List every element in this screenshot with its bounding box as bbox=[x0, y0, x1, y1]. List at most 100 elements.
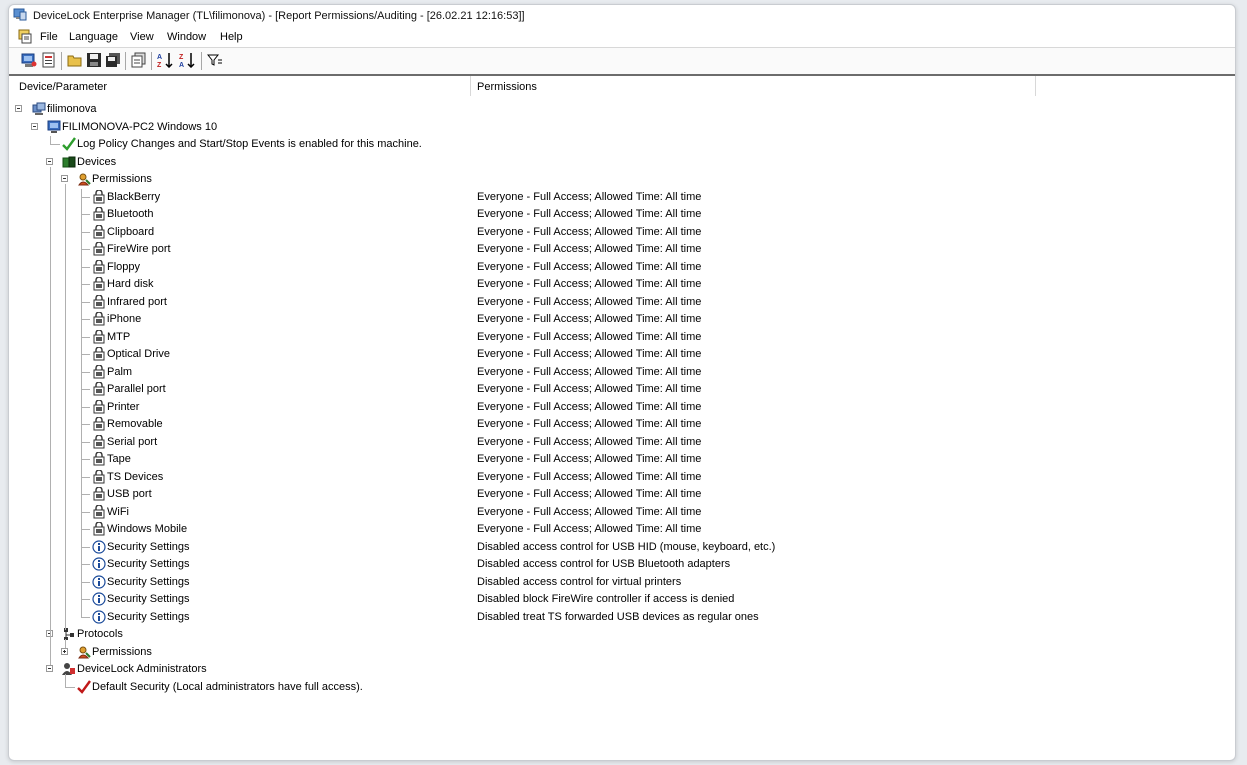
collapse-toggle[interactable] bbox=[46, 157, 53, 165]
collapse-toggle[interactable] bbox=[15, 105, 22, 112]
copy-icon[interactable] bbox=[131, 52, 147, 68]
tree-row-device[interactable]: USB port Everyone - Full Access; Allowed … bbox=[9, 486, 1235, 503]
toolbar: A Z Z A bbox=[9, 47, 1235, 75]
device-lock-icon bbox=[93, 259, 105, 273]
tree-row-device[interactable]: Infrared port Everyone - Full Access; All… bbox=[9, 294, 1235, 311]
tree-row-device[interactable]: WiFi Everyone - Full Access; Allowed Time… bbox=[9, 504, 1235, 521]
toolbar-separator bbox=[125, 52, 126, 70]
tree-row-device[interactable]: Tape Everyone - Full Access; Allowed Time… bbox=[9, 451, 1235, 468]
menu-help[interactable]: Help bbox=[220, 31, 243, 43]
document-window-icon[interactable] bbox=[17, 29, 33, 44]
collapse-toggle[interactable] bbox=[31, 122, 38, 130]
tree-guide-line bbox=[81, 249, 90, 250]
app-icon bbox=[13, 8, 27, 21]
tree-row-devices[interactable]: Devices bbox=[9, 154, 1235, 171]
tree-row-log-policy[interactable]: Log Policy Changes and Start/Stop Events… bbox=[9, 136, 1235, 153]
tree-row-protocols-permissions[interactable]: Permissions bbox=[9, 644, 1235, 661]
tree-row-default-security[interactable]: Default Security (Local administrators h… bbox=[9, 679, 1235, 696]
tree-row-device[interactable]: Floppy Everyone - Full Access; Allowed Ti… bbox=[9, 259, 1235, 276]
expand-toggle[interactable] bbox=[61, 647, 68, 655]
tree-node-label: Protocols bbox=[77, 628, 123, 640]
device-lock-icon bbox=[93, 522, 105, 536]
device-lock-icon bbox=[93, 382, 105, 396]
app-window: DeviceLock Enterprise Manager (TL\filimo… bbox=[8, 4, 1236, 761]
tree-node-label: TS Devices bbox=[107, 470, 164, 483]
tree-row-device[interactable]: Palm Everyone - Full Access; Allowed Time… bbox=[9, 364, 1235, 381]
tree-node-label: Clipboard bbox=[107, 225, 155, 238]
security-settings-icon bbox=[92, 557, 106, 571]
report-tree-list: Device/Parameter Permissions filimonova F… bbox=[9, 74, 1235, 760]
tree-row-security-setting[interactable]: Security Settings Disabled block FireWire… bbox=[9, 591, 1235, 608]
device-lock-icon bbox=[93, 434, 105, 448]
tree-node-label: Optical Drive bbox=[107, 348, 170, 360]
tree-node-label: FireWire port bbox=[107, 243, 171, 255]
filter-icon[interactable] bbox=[207, 52, 223, 68]
device-lock-icon bbox=[93, 329, 105, 343]
tree-row-permissions[interactable]: Permissions bbox=[9, 171, 1235, 188]
open-icon[interactable] bbox=[67, 52, 83, 68]
tree-row-device[interactable]: Windows Mobile Everyone - Full Access; Al… bbox=[9, 521, 1235, 538]
device-lock-icon bbox=[93, 294, 105, 308]
tree-row-device[interactable]: Clipboard Everyone - Full Access; Allowed… bbox=[9, 224, 1235, 241]
tree-row-device[interactable]: TS Devices Everyone - Full Access; Allowe… bbox=[9, 469, 1235, 486]
menu-bar: File Language View Window Help bbox=[9, 27, 1235, 47]
title-bar: DeviceLock Enterprise Manager (TL\filimo… bbox=[9, 5, 1235, 27]
save-icon[interactable] bbox=[86, 52, 102, 68]
menu-window[interactable]: Window bbox=[167, 31, 206, 43]
tree-row-device[interactable]: Removable Everyone - Full Access; Allowed… bbox=[9, 416, 1235, 433]
collapse-toggle[interactable] bbox=[46, 665, 53, 672]
menu-view[interactable]: View bbox=[130, 31, 154, 43]
tree-row-security-setting[interactable]: Security Settings Disabled access control… bbox=[9, 539, 1235, 556]
tree-row-device[interactable]: Hard disk Everyone - Full Access; Allowed… bbox=[9, 276, 1235, 293]
tree-node-label: Parallel port bbox=[107, 383, 166, 395]
tree-row-device[interactable]: Printer Everyone - Full Access; Allowed T… bbox=[9, 399, 1235, 416]
permission-value: Disabled access control for virtual prin… bbox=[477, 575, 682, 588]
save-all-icon[interactable] bbox=[105, 52, 121, 68]
tree-node-label: Security Settings bbox=[107, 575, 190, 588]
tree-row-security-setting[interactable]: Security Settings Disabled access control… bbox=[9, 574, 1235, 591]
tree-guide-line bbox=[81, 371, 90, 373]
tree-node-label: MTP bbox=[107, 330, 131, 343]
collapse-toggle[interactable] bbox=[61, 175, 68, 182]
tree-guide-line bbox=[81, 441, 90, 443]
tree-row-device[interactable]: Optical Drive Everyone - Full Access; All… bbox=[9, 346, 1235, 363]
permission-value: Everyone - Full Access; Allowed Time: Al… bbox=[477, 365, 702, 378]
permission-value: Disabled access control for USB HID (mou… bbox=[477, 540, 776, 553]
permissions-icon bbox=[78, 646, 91, 658]
tree-row-security-setting[interactable]: Security Settings Disabled access control… bbox=[9, 556, 1235, 573]
tree-node-label: FILIMONOVA-PC2 Windows 10 bbox=[62, 120, 218, 133]
menu-language[interactable]: Language bbox=[69, 31, 118, 43]
tree-node-label: Default Security (Local administrators h… bbox=[92, 680, 363, 693]
tree-row-device[interactable]: Parallel port Everyone - Full Access; All… bbox=[9, 381, 1235, 398]
menu-file[interactable]: File bbox=[40, 31, 58, 43]
permission-value: Everyone - Full Access; Allowed Time: Al… bbox=[477, 505, 702, 518]
tree-row-device[interactable]: iPhone Everyone - Full Access; Allowed Ti… bbox=[9, 311, 1235, 328]
computer-icon bbox=[47, 120, 61, 133]
svg-text:Z: Z bbox=[179, 54, 184, 61]
sort-ascending-icon[interactable]: A Z bbox=[157, 52, 173, 68]
tree-row-protocols[interactable]: Protocols bbox=[9, 626, 1235, 643]
device-lock-icon bbox=[93, 469, 105, 483]
scan-network-icon[interactable] bbox=[21, 52, 37, 68]
device-lock-icon bbox=[93, 242, 105, 256]
tree-row-device[interactable]: BlackBerry Everyone - Full Access; Allowe… bbox=[9, 189, 1235, 206]
tree-row-device[interactable]: FireWire port Everyone - Full Access; All… bbox=[9, 241, 1235, 258]
tree-row-device[interactable]: Serial port Everyone - Full Access; Allow… bbox=[9, 434, 1235, 451]
tree-node-label: Printer bbox=[107, 400, 140, 413]
tree-node-label: Security Settings bbox=[107, 593, 190, 605]
report-icon[interactable] bbox=[41, 52, 57, 68]
tree-row-computer[interactable]: FILIMONOVA-PC2 Windows 10 bbox=[9, 119, 1235, 136]
tree-row-device[interactable]: MTP Everyone - Full Access; Allowed Time:… bbox=[9, 329, 1235, 346]
tree-row-device[interactable]: Bluetooth Everyone - Full Access; Allowed… bbox=[9, 206, 1235, 223]
device-lock-icon bbox=[93, 207, 105, 221]
tree-node-label: Palm bbox=[107, 365, 133, 378]
tree-node-label: Infrared port bbox=[107, 295, 167, 308]
tree-guide-line bbox=[81, 529, 90, 530]
tree-guide-line bbox=[81, 406, 90, 408]
tree-row-administrators[interactable]: DeviceLock Administrators bbox=[9, 661, 1235, 678]
tree-row-root[interactable]: filimonova bbox=[9, 101, 1235, 118]
sort-descending-icon[interactable]: Z A bbox=[179, 52, 195, 68]
device-lock-icon bbox=[93, 189, 105, 203]
tree-node-label: Bluetooth bbox=[107, 208, 154, 220]
tree-row-security-setting[interactable]: Security Settings Disabled treat TS forwa… bbox=[9, 609, 1235, 626]
